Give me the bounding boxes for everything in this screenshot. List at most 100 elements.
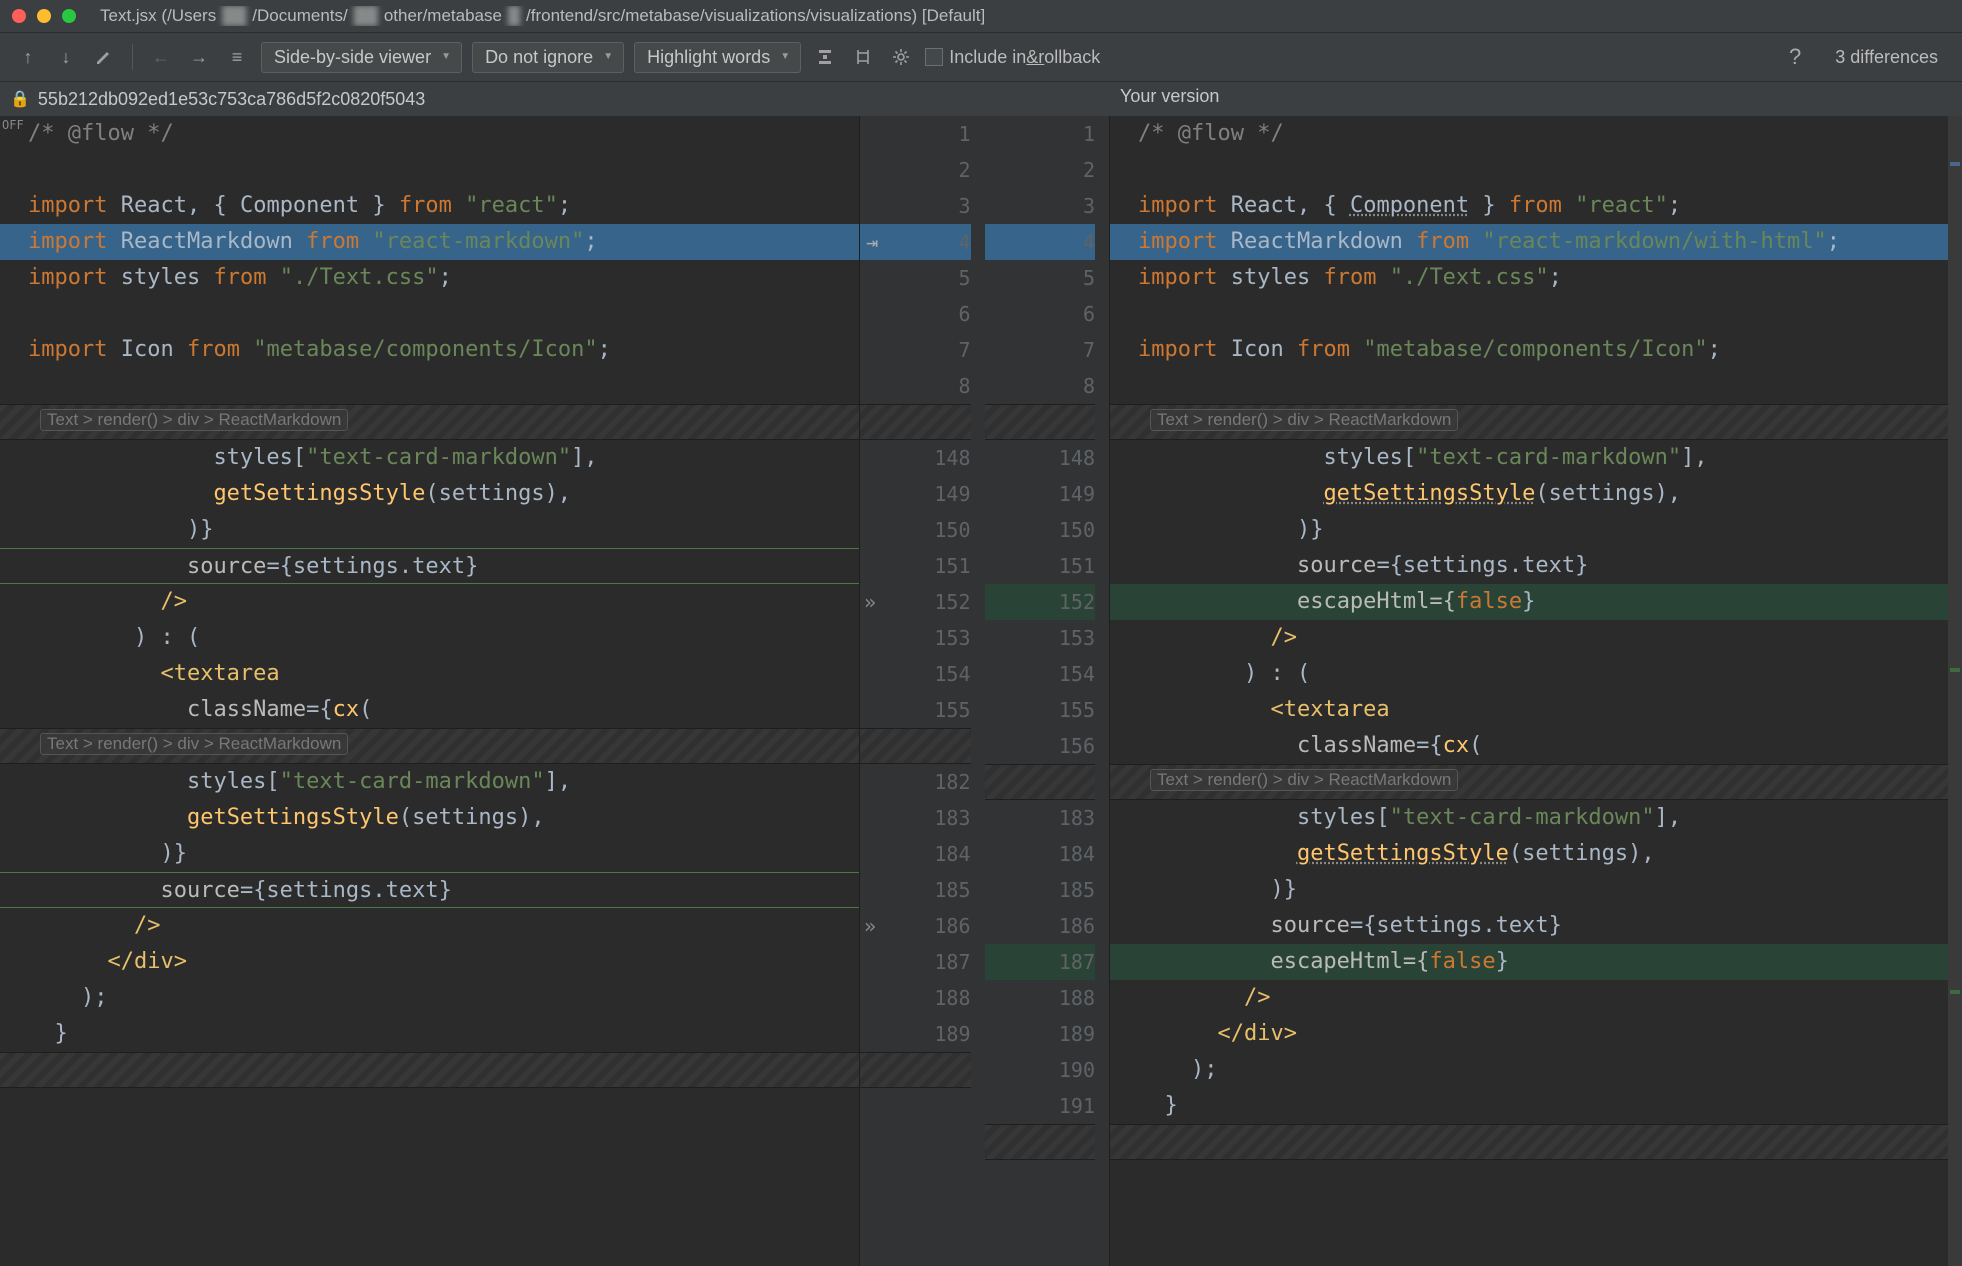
code-text: false <box>1429 949 1495 974</box>
line-number: 184 <box>860 836 971 872</box>
fold-row[interactable] <box>0 1052 859 1088</box>
code-text: from <box>306 229 359 254</box>
code-text: import <box>28 229 107 254</box>
line-number: 148 <box>860 440 971 476</box>
edit-icon[interactable] <box>90 43 118 71</box>
highlight-mode-select[interactable]: Highlight words <box>634 42 801 73</box>
code-breadcrumb: Text > render() > div > ReactMarkdown <box>1150 769 1458 791</box>
settings-gear-icon[interactable] <box>887 43 915 71</box>
line-number: 182 <box>860 764 971 800</box>
left-pane[interactable]: OFF /* @flow */ import React, { Componen… <box>0 116 860 1266</box>
right-pane[interactable]: /* @flow */ import React, { Component } … <box>1110 116 1962 1266</box>
fold-row[interactable] <box>1110 1124 1962 1160</box>
line-number: 186 <box>934 914 970 938</box>
line-number: 154 <box>860 656 971 692</box>
include-rollback-checkbox[interactable]: Include in &rollback <box>925 47 1100 68</box>
line-number: 2 <box>985 152 1096 188</box>
code-text: "react" <box>1575 193 1668 218</box>
code-text: from <box>1509 193 1562 218</box>
prev-diff-icon[interactable]: ↑ <box>14 43 42 71</box>
code-text: import <box>1138 193 1217 218</box>
line-number: 7 <box>985 332 1096 368</box>
code-text: escapeHtml={ <box>1270 949 1429 974</box>
line-number: 151 <box>860 548 971 584</box>
line-number: 184 <box>985 836 1096 872</box>
separator <box>132 44 133 70</box>
code-text: styles <box>121 265 200 290</box>
left-version-label: 55b212db092ed1e53c753ca786d5f2c0820f5043 <box>38 89 425 110</box>
title-path-1: (/Users <box>161 6 216 25</box>
rollback-label-pre: Include in <box>949 47 1026 68</box>
line-number: 187 <box>860 944 971 980</box>
code-text: } <box>1522 589 1535 614</box>
help-icon[interactable]: ? <box>1775 44 1815 70</box>
line-number: 155 <box>985 692 1096 728</box>
code-text: } <box>1496 949 1509 974</box>
line-number: 183 <box>860 800 971 836</box>
diff-count-label: 3 differences <box>1825 47 1948 68</box>
collapse-icon[interactable] <box>811 43 839 71</box>
code-text: "metabase/components/Icon" <box>253 337 597 362</box>
window-title: Text.jsx (/Users██/Documents/██other/met… <box>100 6 985 26</box>
line-number: 2 <box>860 152 971 188</box>
code-text: Icon <box>121 337 174 362</box>
line-number: 188 <box>985 980 1096 1016</box>
code-text: "./Text.css" <box>1390 265 1549 290</box>
code-text: from <box>1323 265 1376 290</box>
next-diff-icon[interactable]: ↓ <box>52 43 80 71</box>
code-text: /> <box>160 589 187 614</box>
line-number: 155 <box>860 692 971 728</box>
line-number: 5 <box>860 260 971 296</box>
gutter: 1 2 3 ⇥4 5 6 7 8 148 149 150 151 »152 15… <box>860 116 1110 1266</box>
line-number: 186 <box>985 908 1096 944</box>
zoom-window-icon[interactable] <box>62 9 76 23</box>
fold-row[interactable]: Text > render() > div > ReactMarkdown <box>1110 764 1962 800</box>
code-text: import <box>28 337 107 362</box>
title-path-2: /Documents/ <box>252 6 347 25</box>
checkbox-icon[interactable] <box>925 48 943 66</box>
code-text: Icon <box>1231 337 1284 362</box>
forward-icon[interactable]: → <box>185 43 213 71</box>
code-text: import <box>28 193 107 218</box>
title-path-4: /frontend/src/metabase/visualizations/vi… <box>526 6 985 25</box>
line-number: 183 <box>985 800 1096 836</box>
code-text: ); <box>81 985 108 1010</box>
line-number: 156 <box>985 728 1096 764</box>
close-window-icon[interactable] <box>12 9 26 23</box>
code-text: "./Text.css" <box>280 265 439 290</box>
fold-row[interactable]: Text > render() > div > ReactMarkdown <box>1110 404 1962 440</box>
ignore-mode-select[interactable]: Do not ignore <box>472 42 624 73</box>
code-text: ); <box>1191 1057 1218 1082</box>
code-breadcrumb: Text > render() > div > ReactMarkdown <box>1150 409 1458 431</box>
back-icon[interactable]: ← <box>147 43 175 71</box>
window-controls <box>12 9 76 23</box>
code-text: /* @flow */ <box>28 121 174 146</box>
viewer-mode-select[interactable]: Side-by-side viewer <box>261 42 462 73</box>
minimize-window-icon[interactable] <box>37 9 51 23</box>
title-path-3: other/metabase <box>384 6 502 25</box>
insert-arrow-icon[interactable]: » <box>858 908 882 944</box>
code-text: import <box>28 265 107 290</box>
line-number: 190 <box>985 1052 1096 1088</box>
code-text: styles <box>1231 265 1310 290</box>
scrollbar[interactable] <box>1948 116 1962 1266</box>
code-text: } <box>1165 1093 1178 1118</box>
line-number: 153 <box>985 620 1096 656</box>
code-text: /> <box>1270 625 1297 650</box>
code-text: from <box>213 265 266 290</box>
code-text: /> <box>1244 985 1271 1010</box>
line-number: 148 <box>985 440 1096 476</box>
fold-row[interactable]: Text > render() > div > ReactMarkdown <box>0 404 859 440</box>
insert-arrow-icon[interactable]: » <box>858 584 882 620</box>
code-text: import <box>1138 337 1217 362</box>
sync-scroll-icon[interactable] <box>849 43 877 71</box>
code-text: "react-markdown" <box>372 229 584 254</box>
title-filename: Text.jsx <box>100 6 157 25</box>
toolbar: ↑ ↓ ← → ≡ Side-by-side viewer Do not ign… <box>0 32 1962 82</box>
code-breadcrumb: Text > render() > div > ReactMarkdown <box>40 733 348 755</box>
list-icon[interactable]: ≡ <box>223 43 251 71</box>
fold-row[interactable]: Text > render() > div > ReactMarkdown <box>0 728 859 764</box>
line-number: 189 <box>860 1016 971 1052</box>
code-text: ) : ( <box>134 625 200 650</box>
code-text: )} <box>1297 517 1324 542</box>
